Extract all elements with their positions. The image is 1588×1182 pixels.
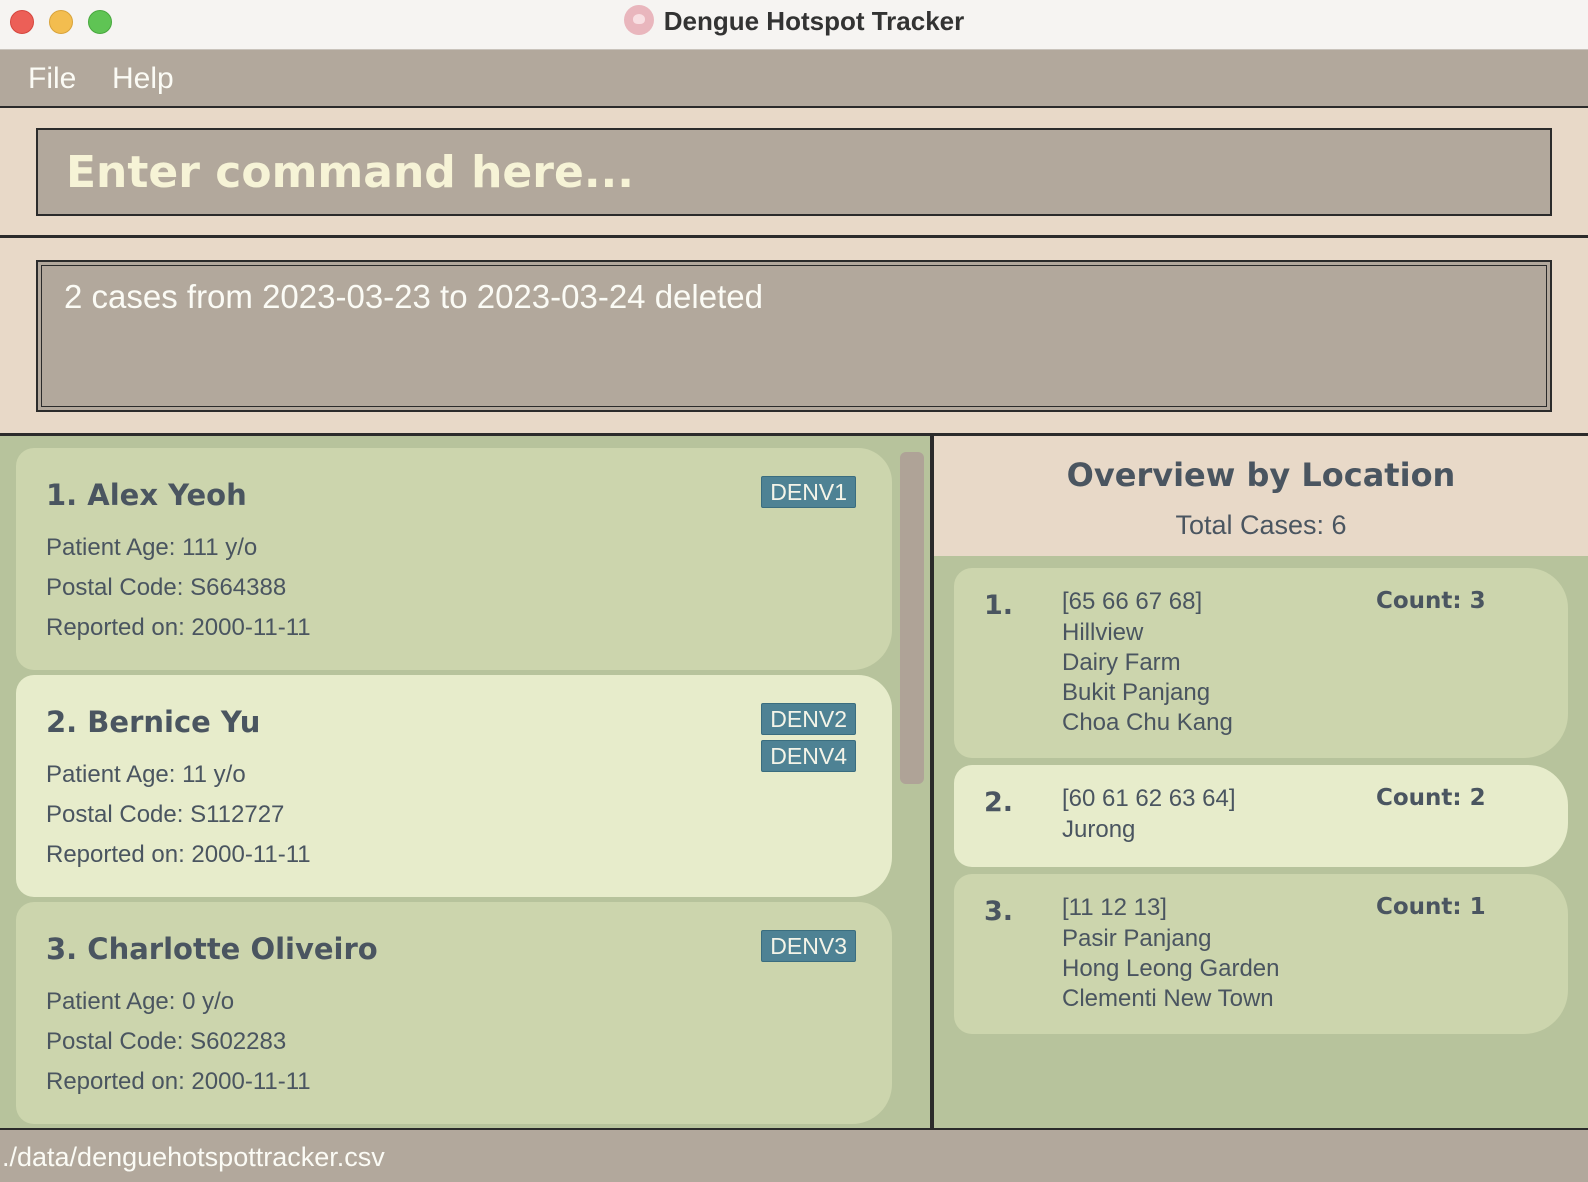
case-postal-code: Postal Code: S112727: [46, 801, 285, 828]
result-display: 2 cases from 2023-03-23 to 2023-03-24 de…: [36, 260, 1552, 412]
location-postal-prefixes: [11 12 13]: [1062, 894, 1167, 921]
case-list-panel[interactable]: 1. Alex Yeoh Patient Age: 111 y/o Postal…: [0, 436, 930, 1128]
location-names: Jurong: [1062, 815, 1135, 845]
menu-help[interactable]: Help: [112, 62, 174, 96]
data-file-path: ./data/denguehotspottracker.csv: [2, 1142, 385, 1172]
case-list-scrollbar[interactable]: [900, 452, 924, 784]
result-message: 2 cases from 2023-03-23 to 2023-03-24 de…: [64, 278, 763, 315]
overview-panel: Overview by Location Total Cases: 6 1. […: [934, 436, 1588, 1128]
status-bar: ./data/denguehotspottracker.csv: [0, 1128, 1588, 1182]
variant-tag: DENV4: [761, 740, 856, 772]
command-input[interactable]: [36, 128, 1552, 216]
variant-tag: DENV1: [761, 476, 856, 508]
case-postal-code: Postal Code: S602283: [46, 1028, 287, 1055]
overview-header: Overview by Location Total Cases: 6: [934, 436, 1588, 556]
location-card[interactable]: 1. [65 66 67 68] Hillview Dairy Farm Buk…: [954, 568, 1568, 758]
overview-total-cases: Total Cases: 6: [1175, 510, 1347, 540]
location-index: 2.: [984, 787, 1014, 818]
mosquito-icon: [623, 5, 654, 36]
location-card[interactable]: 3. [11 12 13] Pasir Panjang Hong Leong G…: [954, 874, 1568, 1034]
location-postal-prefixes: [60 61 62 63 64]: [1062, 785, 1236, 812]
case-card[interactable]: 2. Bernice Yu Patient Age: 11 y/o Postal…: [16, 675, 892, 897]
location-name: Pasir Panjang: [1062, 925, 1212, 952]
case-age: Patient Age: 0 y/o: [46, 988, 235, 1015]
case-reported-date: Reported on: 2000-11-11: [46, 1068, 311, 1095]
menu-bar: File Help: [0, 50, 1588, 108]
location-count: Count: 2: [1376, 785, 1486, 811]
location-names: Pasir Panjang Hong Leong Garden Clementi…: [1062, 924, 1280, 1014]
case-name: 1. Alex Yeoh: [46, 478, 247, 512]
location-names: Hillview Dairy Farm Bukit Panjang Choa C…: [1062, 618, 1233, 738]
location-index: 3.: [984, 896, 1014, 927]
overview-title: Overview by Location: [1066, 456, 1456, 494]
location-name: Jurong: [1062, 816, 1136, 843]
location-name: Hong Leong Garden: [1062, 955, 1280, 982]
command-box-area: [0, 108, 1588, 238]
location-name: Dairy Farm: [1062, 649, 1181, 676]
window-title: Dengue Hotspot Tracker: [663, 6, 965, 36]
location-index: 1.: [984, 590, 1014, 621]
location-card[interactable]: 2. [60 61 62 63 64] Jurong Count: 2: [954, 765, 1568, 867]
location-name: Clementi New Town: [1062, 985, 1274, 1012]
result-display-area: 2 cases from 2023-03-23 to 2023-03-24 de…: [0, 238, 1588, 436]
menu-file[interactable]: File: [28, 62, 76, 96]
case-name: 2. Bernice Yu: [46, 705, 261, 739]
location-name: Hillview: [1062, 619, 1144, 646]
location-count: Count: 3: [1376, 588, 1486, 614]
case-reported-date: Reported on: 2000-11-11: [46, 841, 311, 868]
case-age: Patient Age: 111 y/o: [46, 534, 258, 561]
variant-tag: DENV3: [761, 930, 856, 962]
location-postal-prefixes: [65 66 67 68]: [1062, 588, 1203, 615]
location-count: Count: 1: [1376, 894, 1486, 920]
case-postal-code: Postal Code: S664388: [46, 574, 287, 601]
variant-tag: DENV2: [761, 703, 856, 735]
title-bar: Dengue Hotspot Tracker: [0, 0, 1588, 50]
location-name: Choa Chu Kang: [1062, 709, 1233, 736]
case-name: 3. Charlotte Oliveiro: [46, 932, 378, 966]
location-name: Bukit Panjang: [1062, 679, 1211, 706]
case-card[interactable]: 3. Charlotte Oliveiro Patient Age: 0 y/o…: [16, 902, 892, 1124]
case-age: Patient Age: 11 y/o: [46, 761, 246, 788]
window-title-container: Dengue Hotspot Tracker: [0, 5, 1588, 38]
case-card[interactable]: 1. Alex Yeoh Patient Age: 111 y/o Postal…: [16, 448, 892, 670]
case-reported-date: Reported on: 2000-11-11: [46, 614, 311, 641]
